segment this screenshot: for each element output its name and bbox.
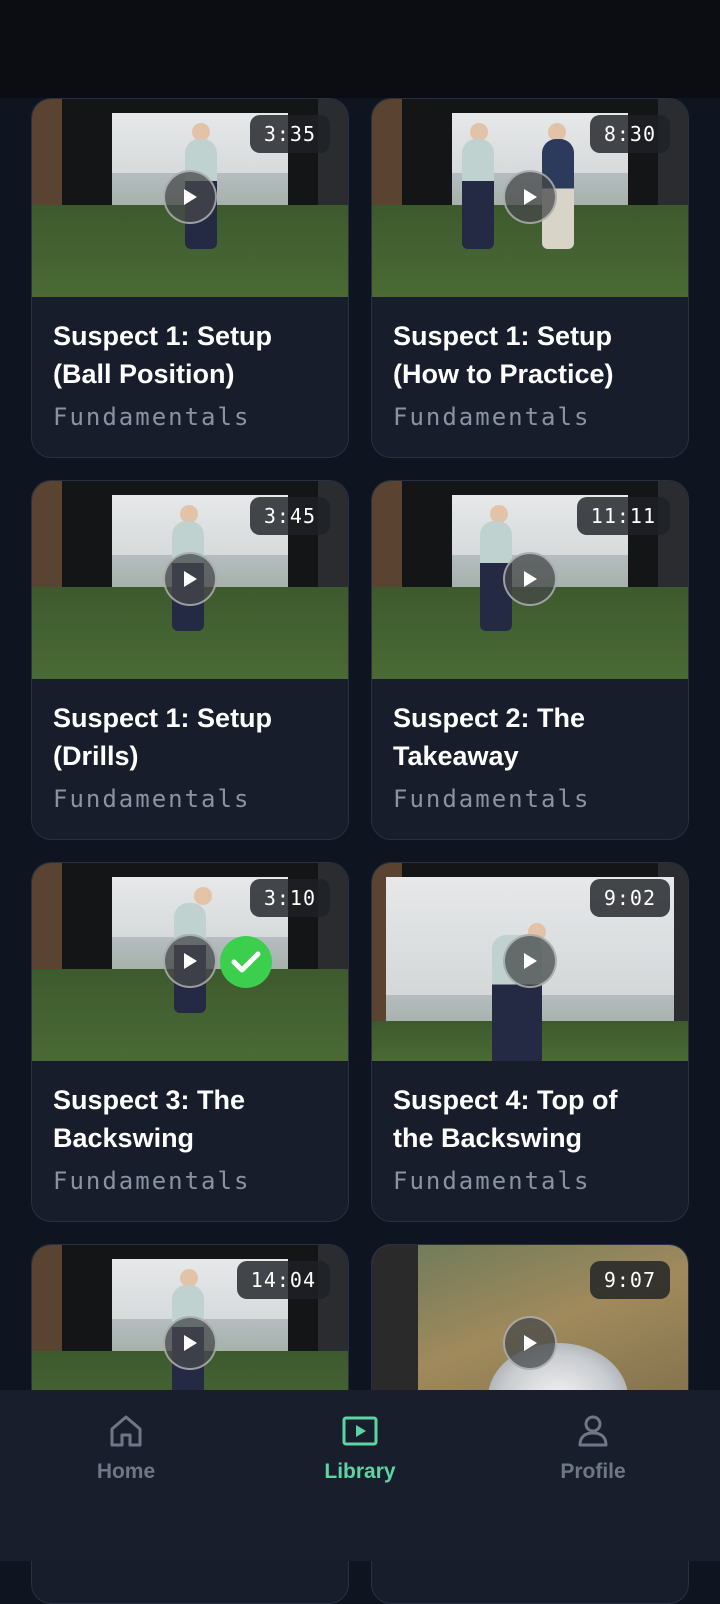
video-title: Suspect 3: The Backswing: [53, 1081, 333, 1157]
play-icon[interactable]: [163, 170, 217, 224]
completed-check-icon: [220, 936, 272, 988]
video-title-line: Suspect 4: Top of: [393, 1085, 618, 1115]
video-title-line: Suspect 1: Setup: [393, 321, 613, 351]
nav-label-home: Home: [96, 1460, 156, 1483]
video-title-line: (How to Practice): [393, 359, 614, 389]
video-title-line: Takeaway: [393, 741, 519, 771]
video-title: Suspect 1: Setup (Ball Position): [53, 317, 333, 393]
duration-badge: 3:35: [249, 115, 330, 153]
video-category: Fundamentals: [393, 1167, 591, 1195]
video-title: Suspect 1: Setup (Drills): [53, 699, 333, 775]
video-title-line: (Ball Position): [53, 359, 235, 389]
play-icon[interactable]: [503, 1316, 557, 1370]
video-card[interactable]: 9:02 Suspect 4: Top of the Backswing Fun…: [371, 862, 689, 1222]
video-title: Suspect 1: Setup (How to Practice): [393, 317, 673, 393]
library-play-icon: [342, 1416, 378, 1446]
play-icon[interactable]: [163, 1316, 217, 1370]
video-title-line: Suspect 1: Setup: [53, 321, 273, 351]
video-category: Fundamentals: [393, 785, 591, 813]
nav-item-home[interactable]: Home: [36, 1414, 216, 1484]
video-title: Suspect 4: Top of the Backswing: [393, 1081, 673, 1157]
play-icon[interactable]: [503, 552, 557, 606]
play-icon[interactable]: [503, 170, 557, 224]
nav-label-profile: Profile: [560, 1460, 626, 1483]
status-bar: [0, 0, 720, 98]
video-title-line: Backswing: [53, 1123, 195, 1153]
nav-label-library: Library: [324, 1460, 396, 1483]
duration-badge: 3:45: [249, 497, 330, 535]
video-category: Fundamentals: [53, 785, 251, 813]
video-category: Fundamentals: [393, 403, 591, 431]
duration-badge: 11:11: [576, 497, 670, 535]
profile-icon: [578, 1415, 608, 1447]
duration-badge: 14:04: [236, 1261, 330, 1299]
bottom-nav: Home Library Profile: [0, 1390, 720, 1561]
video-card[interactable]: 3:45 Suspect 1: Setup (Drills) Fundament…: [31, 480, 349, 840]
video-title-line: (Drills): [53, 741, 139, 771]
video-category: Fundamentals: [53, 1167, 251, 1195]
play-icon[interactable]: [163, 552, 217, 606]
nav-item-library[interactable]: Library: [270, 1414, 450, 1484]
video-title-line: Suspect 1: Setup: [53, 703, 273, 733]
duration-badge: 9:02: [589, 879, 670, 917]
video-card[interactable]: 3:35 Suspect 1: Setup (Ball Position) Fu…: [31, 98, 349, 458]
video-card[interactable]: 3:10 Suspect 3: The Backswing Fundamenta…: [31, 862, 349, 1222]
video-category: Fundamentals: [53, 403, 251, 431]
video-card[interactable]: 11:11 Suspect 2: The Takeaway Fundamenta…: [371, 480, 689, 840]
video-card[interactable]: 8:30 Suspect 1: Setup (How to Practice) …: [371, 98, 689, 458]
play-icon[interactable]: [503, 934, 557, 988]
video-title-line: Suspect 2: The: [393, 703, 586, 733]
duration-badge: 3:10: [249, 879, 330, 917]
home-icon: [110, 1415, 142, 1447]
video-title: Suspect 2: The Takeaway: [393, 699, 673, 775]
duration-badge: 8:30: [589, 115, 670, 153]
play-icon[interactable]: [163, 934, 217, 988]
nav-item-profile[interactable]: Profile: [503, 1414, 683, 1484]
duration-badge: 9:07: [589, 1261, 670, 1299]
video-title-line: Suspect 3: The: [53, 1085, 246, 1115]
video-title-line: the Backswing: [393, 1123, 583, 1153]
